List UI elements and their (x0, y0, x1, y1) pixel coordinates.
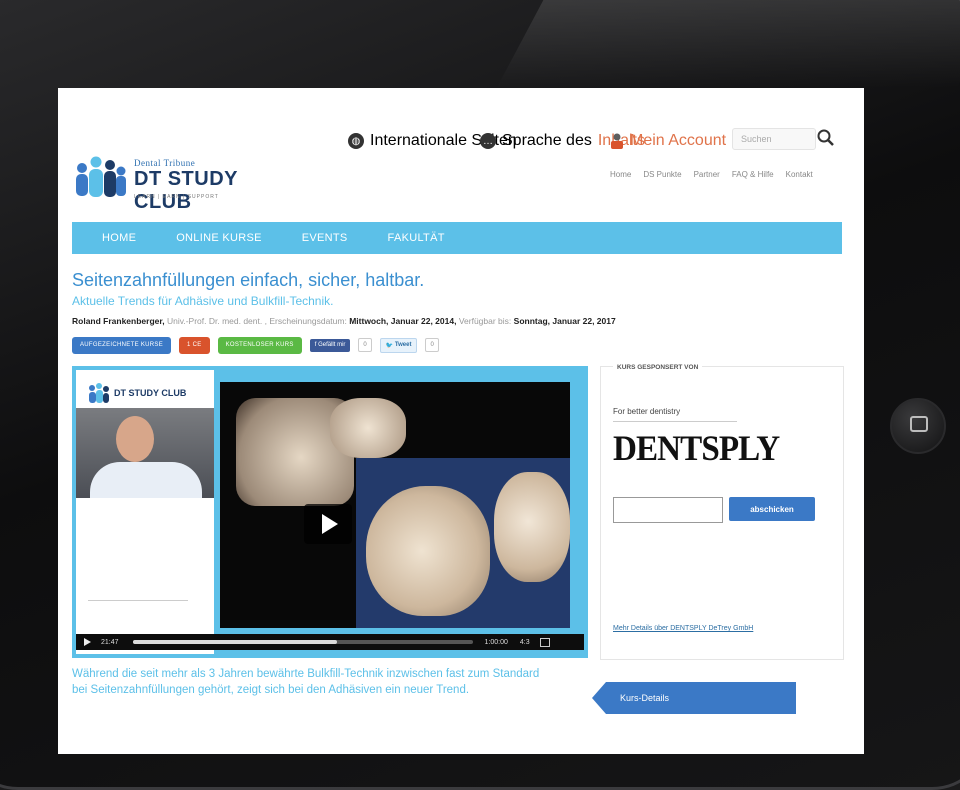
facebook-like-count: 0 (358, 338, 372, 352)
tweet-count: 0 (425, 338, 439, 352)
molar-left (366, 486, 490, 616)
sponsor-box: KURS GESPONSERT VON For better dentistry… (600, 364, 844, 660)
sponsor-details-link[interactable]: Mehr Details über DENTSPLY DeTrey GmbH (613, 625, 753, 632)
site-logo[interactable]: Dental Tribune DT STUDY CLUB LEARN | EAR… (72, 152, 292, 213)
secnav-faq[interactable]: FAQ & Hilfe (732, 170, 774, 179)
sponsor-heading: KURS GESPONSERT VON (613, 364, 703, 371)
account-label: Mein Account (630, 132, 727, 149)
search-input[interactable]: Suchen (732, 128, 816, 150)
presenter-camera (76, 408, 214, 498)
tweet-button[interactable]: 🐦 Tweet (379, 337, 418, 353)
video-controls: 21:47 1:00:00 4:3 (76, 634, 584, 650)
aspect-ratio[interactable]: 4:3 (520, 639, 530, 646)
total-time: 1:00:00 (484, 638, 508, 646)
release-label: Erscheinungsdatum: (269, 316, 347, 326)
nav-events[interactable]: EVENTS (302, 232, 348, 244)
people-logo-icon (76, 156, 126, 197)
sponsor-logo[interactable]: DENTSPLY (613, 427, 780, 469)
main-nav: HOME ONLINE KURSE EVENTS FAKULTÄT (72, 222, 842, 254)
facebook-like-label: Gefällt mir (318, 342, 346, 348)
sponsor-input[interactable] (613, 497, 723, 523)
player-logo-text: DT STUDY CLUB (114, 388, 187, 398)
author-title: Univ.-Prof. Dr. med. dent. , (166, 316, 267, 326)
current-time: 21:47 (101, 638, 119, 646)
release-date: Mittwoch, Januar 22, 2014, (349, 316, 457, 326)
secnav-partner[interactable]: Partner (694, 170, 720, 179)
web-page: ◍ Internationale Seiten … Sprache des In… (58, 88, 864, 754)
nav-online-courses[interactable]: ONLINE KURSE (176, 232, 262, 244)
globe-icon: ◍ (348, 133, 364, 149)
nav-faculty[interactable]: FAKULTÄT (388, 232, 445, 244)
sponsor-divider (613, 421, 737, 422)
play-icon (322, 514, 338, 534)
course-meta: Roland Frankenberger, Univ.-Prof. Dr. me… (72, 316, 616, 326)
presenter-face (116, 416, 154, 462)
account-link[interactable]: Mein Account (610, 132, 726, 150)
home-square-icon (910, 416, 928, 432)
logo-tagline: LEARN | EARN | SUPPORT (134, 194, 219, 200)
course-details-button[interactable]: Kurs-Details (592, 682, 796, 714)
play-button[interactable] (304, 504, 352, 544)
sponsor-tagline: For better dentistry (613, 407, 681, 416)
chat-icon: … (480, 133, 496, 149)
player-logo: DT STUDY CLUB (86, 380, 196, 406)
secnav-points[interactable]: DS Punkte (643, 170, 681, 179)
recorded-courses-badge[interactable]: AUFGEZEICHNETE KURSE (72, 336, 172, 354)
control-play-icon[interactable] (84, 638, 91, 646)
seek-progress (132, 640, 337, 644)
course-subtitle: Aktuelle Trends für Adhäsive und Bulkfil… (72, 294, 334, 308)
slide-divider (88, 600, 188, 601)
video-frame[interactable] (220, 382, 570, 628)
player-logo-icon (89, 383, 109, 403)
badge-row: AUFGEZEICHNETE KURSE 1 CE KOSTENLOSER KU… (72, 336, 439, 354)
home-button[interactable] (890, 398, 946, 454)
course-author: Roland Frankenberger, (72, 316, 165, 326)
logo-brand: Dental Tribune (134, 158, 196, 168)
secnav-contact[interactable]: Kontakt (786, 170, 813, 179)
tweet-label: Tweet (394, 342, 412, 348)
available-label: Verfügbar bis: (458, 316, 512, 326)
nav-home[interactable]: HOME (102, 232, 136, 244)
tooth-image-top (330, 398, 406, 458)
molar-right (494, 472, 570, 582)
free-course-badge[interactable]: KOSTENLOSER KURS (217, 336, 302, 354)
presenter-body (90, 462, 202, 498)
fullscreen-icon[interactable] (539, 637, 550, 647)
logo-title: DT STUDY CLUB (134, 168, 238, 213)
video-player[interactable]: DT STUDY CLUB 21:47 1:00:00 4:3 (72, 366, 588, 658)
tablet-gloss (496, 0, 960, 88)
secnav-home[interactable]: Home (610, 170, 631, 179)
ce-badge[interactable]: 1 CE (179, 336, 210, 354)
search-icon[interactable] (816, 128, 836, 148)
course-title: Seitenzahnfüllungen einfach, sicher, hal… (72, 270, 425, 290)
user-icon (611, 133, 623, 149)
seek-bar[interactable] (132, 640, 473, 644)
submit-button[interactable]: abschicken (729, 497, 815, 521)
facebook-like-button[interactable]: f Gefällt mir (309, 338, 351, 352)
available-date: Sonntag, Januar 22, 2017 (513, 316, 616, 326)
language-label: Sprache des (502, 132, 592, 149)
tooth-image-main (356, 458, 570, 628)
course-description: Während die seit mehr als 3 Jahren bewäh… (72, 668, 540, 696)
secondary-nav: Home DS Punkte Partner FAQ & Hilfe Konta… (610, 170, 813, 179)
